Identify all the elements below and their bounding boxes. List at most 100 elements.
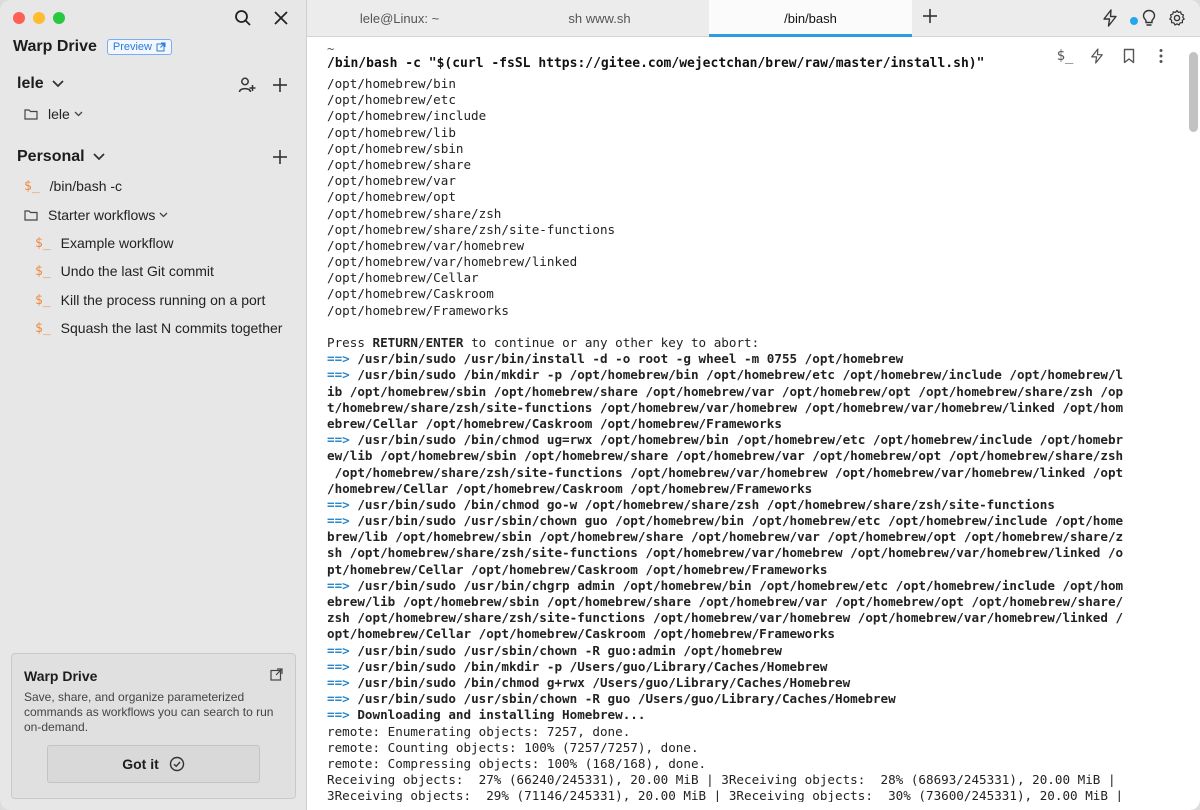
team-section-header[interactable]: lele <box>17 75 64 93</box>
terminal-text: to continue or any other key to abort: <box>463 335 760 350</box>
terminal-line: /opt/homebrew/sbin <box>327 140 464 156</box>
add-member-icon[interactable] <box>238 76 256 99</box>
workflow-label: Kill the process running on a port <box>60 292 266 308</box>
block-command: /bin/bash -c "$(curl -fsSL https://gitee… <box>327 56 985 71</box>
minimize-window-button[interactable] <box>33 12 45 24</box>
terminal-line: /opt/homebrew/include <box>327 108 487 124</box>
terminal-line: ==> /usr/bin/sudo /usr/sbin/chown -R guo… <box>327 691 1177 707</box>
terminal-line: opt/homebrew/Cellar /opt/homebrew/Caskro… <box>327 626 835 642</box>
sidebar-workflow-undo-git-commit[interactable]: $_ Undo the last Git commit <box>35 263 214 279</box>
terminal-line: Receiving objects: 27% (66240/245331), 2… <box>327 772 1116 788</box>
workflow-icon: $_ <box>35 235 51 251</box>
external-link-icon[interactable] <box>270 668 283 686</box>
prompt-arrow: ==> <box>327 642 358 658</box>
terminal-text: /usr/bin/sudo /usr/bin/install -d -o roo… <box>357 351 904 367</box>
tab-label: lele@Linux: ~ <box>359 10 440 26</box>
prompt-arrow: ==> <box>327 432 358 448</box>
workflow-icon: $_ <box>35 320 51 336</box>
maximize-window-button[interactable] <box>53 12 65 24</box>
bookmark-icon[interactable] <box>1120 47 1138 65</box>
terminal-output[interactable]: /opt/homebrew/bin/opt/homebrew/etc/opt/h… <box>327 76 1177 802</box>
terminal-line: /opt/homebrew/Caskroom <box>327 286 494 302</box>
save-as-workflow-icon[interactable]: $_ <box>1056 47 1074 65</box>
sidebar-workflow-bin-bash[interactable]: $_ /bin/bash -c <box>24 178 122 194</box>
prompt-arrow: ==> <box>327 658 358 674</box>
info-card-description: Save, share, and organize parameterized … <box>24 690 274 734</box>
terminal-line: ==> /usr/bin/sudo /usr/bin/install -d -o… <box>327 351 1177 367</box>
folder-icon <box>24 109 38 120</box>
terminal-line: t/homebrew/share/zsh/site-functions /opt… <box>327 399 1124 415</box>
prompt-arrow: ==> <box>327 674 358 690</box>
preview-label: Preview <box>112 41 152 53</box>
terminal-text: Press <box>327 335 373 350</box>
preview-badge[interactable]: Preview <box>106 39 172 55</box>
terminal-line: remote: Compressing objects: 100% (168/1… <box>327 755 707 771</box>
more-options-icon[interactable] <box>1152 47 1170 65</box>
terminal-line: /opt/homebrew/share/zsh <box>327 205 502 221</box>
tab-sh-www[interactable]: sh www.sh <box>507 0 692 36</box>
terminal-line: /opt/homebrew/share/zsh/site-functions <box>327 221 616 237</box>
terminal-line: ==> /usr/bin/sudo /bin/chmod g+rwx /User… <box>327 675 1177 691</box>
team-name: lele <box>17 75 44 92</box>
warp-drive-sidebar: Warp Drive Preview lele lele Personal $_… <box>0 0 307 810</box>
terminal-line: /opt/homebrew/opt <box>327 189 456 205</box>
add-icon[interactable] <box>272 149 288 170</box>
close-icon[interactable] <box>272 9 290 27</box>
prompt-arrow: ==> <box>327 707 358 723</box>
terminal-line: /opt/homebrew/share <box>327 156 472 172</box>
lightning-icon[interactable] <box>1088 47 1106 65</box>
workflow-icon: $_ <box>24 178 40 194</box>
app-window: Warp Drive Preview lele lele Personal $_… <box>0 0 1200 810</box>
terminal-line: ==> /usr/bin/sudo /usr/bin/chgrp admin /… <box>327 578 1177 594</box>
warp-drive-title: Warp Drive Preview <box>13 38 172 56</box>
folder-label: lele <box>48 106 70 122</box>
terminal-text: Downloading and installing Homebrew... <box>357 707 646 723</box>
sidebar-workflow-example[interactable]: $_ Example workflow <box>35 235 173 251</box>
terminal-line: ew/lib /opt/homebrew/sbin /opt/homebrew/… <box>327 448 1124 464</box>
tab-lele-linux[interactable]: lele@Linux: ~ <box>307 0 492 36</box>
tab-bin-bash[interactable]: /bin/bash <box>709 0 912 37</box>
folder-label: Starter workflows <box>48 207 156 223</box>
lightbulb-icon[interactable] <box>1142 9 1156 32</box>
workflow-label: Squash the last N commits together <box>60 320 283 336</box>
settings-gear-icon[interactable] <box>1168 9 1186 32</box>
tab-label: /bin/bash <box>784 10 837 26</box>
sidebar-workflow-kill-process[interactable]: $_ Kill the process running on a port <box>35 292 265 308</box>
sidebar-title-text: Warp Drive <box>13 38 97 55</box>
prompt-arrow: ==> <box>327 513 358 529</box>
terminal-text: /usr/bin/sudo /bin/mkdir -p /Users/guo/L… <box>357 658 828 674</box>
terminal-line: ==> /usr/bin/sudo /bin/mkdir -p /opt/hom… <box>327 367 1177 383</box>
terminal-text: RETURN <box>372 335 419 350</box>
sidebar-folder-starter-workflows[interactable]: Starter workflows <box>24 207 168 223</box>
terminal-line: ==> /usr/bin/sudo /usr/sbin/chown -R guo… <box>327 643 1177 659</box>
command-block-header[interactable]: ~ /bin/bash -c "$(curl -fsSL https://git… <box>307 36 1200 80</box>
terminal-text: /usr/bin/sudo /bin/chmod ug=rwx /opt/hom… <box>357 432 1124 448</box>
sidebar-folder-lele[interactable]: lele <box>24 106 83 122</box>
got-it-button[interactable]: Got it <box>47 745 260 783</box>
terminal-line: /opt/homebrew/Cellar <box>327 270 479 286</box>
personal-section-header[interactable]: Personal <box>17 148 105 166</box>
sidebar-workflow-squash-commits[interactable]: $_ Squash the last N commits together <box>35 320 282 336</box>
terminal-line: ib /opt/homebrew/sbin /opt/homebrew/shar… <box>327 383 1124 399</box>
external-link-icon <box>156 42 166 52</box>
new-tab-button[interactable] <box>922 7 938 30</box>
terminal-line: /opt/homebrew/share/zsh/site-functions /… <box>327 464 1124 480</box>
workflow-icon: $_ <box>35 292 51 308</box>
lightning-icon[interactable] <box>1102 9 1118 32</box>
terminal-line: /opt/homebrew/var/homebrew/linked <box>327 254 578 270</box>
terminal-line: remote: Enumerating objects: 7257, done. <box>327 723 631 739</box>
search-icon[interactable] <box>234 9 252 27</box>
terminal-text: /usr/bin/sudo /bin/chmod g+rwx /Users/gu… <box>357 674 851 690</box>
terminal-line: brew/lib /opt/homebrew/sbin /opt/homebre… <box>327 529 1124 545</box>
plus-icon <box>923 9 937 23</box>
vertical-scrollbar[interactable] <box>1189 52 1198 132</box>
add-icon[interactable] <box>272 77 288 98</box>
terminal-text: /usr/bin/sudo /usr/bin/chgrp admin /opt/… <box>357 577 1124 593</box>
close-window-button[interactable] <box>13 12 25 24</box>
terminal-line: pt/homebrew/Cellar /opt/homebrew/Caskroo… <box>327 561 828 577</box>
terminal-line: ==> /usr/bin/sudo /bin/chmod ug=rwx /opt… <box>327 432 1177 448</box>
tab-bar: lele@Linux: ~ sh www.sh /bin/bash <box>307 0 1200 37</box>
terminal-line: /opt/homebrew/etc <box>327 92 456 108</box>
terminal-line: ==> Downloading and installing Homebrew.… <box>327 707 1177 723</box>
